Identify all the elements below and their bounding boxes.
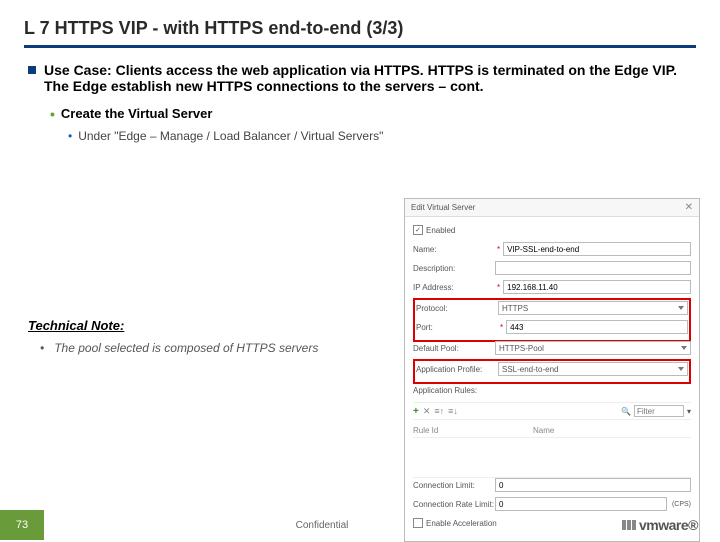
connrate-input[interactable] xyxy=(495,497,667,511)
vmware-logo: vmware® xyxy=(600,517,720,533)
moveup-icon[interactable]: ≡↑ xyxy=(434,406,444,416)
description-label: Description: xyxy=(413,264,495,273)
connlimit-input[interactable] xyxy=(495,478,691,492)
ip-input[interactable] xyxy=(503,280,691,294)
enabled-label: Enabled xyxy=(426,226,455,235)
bullet-sub1: • Create the Virtual Server xyxy=(50,106,696,121)
required-icon: * xyxy=(497,245,500,254)
remove-icon[interactable]: ✕ xyxy=(423,406,431,417)
connrate-label: Connection Rate Limit: xyxy=(413,500,495,509)
port-input[interactable] xyxy=(506,320,688,334)
bullet-main: Use Case: Clients access the web applica… xyxy=(28,62,696,94)
dot-icon: • xyxy=(50,107,55,121)
slide-title: L 7 HTTPS VIP - with HTTPS end-to-end (3… xyxy=(24,18,696,48)
connlimit-label: Connection Limit: xyxy=(413,481,495,490)
required-icon: * xyxy=(500,323,503,332)
movedown-icon[interactable]: ≡↓ xyxy=(448,406,458,416)
technote-heading: Technical Note: xyxy=(28,318,384,333)
rules-toolbar: + ✕ ≡↑ ≡↓ 🔍 ▾ xyxy=(413,402,691,420)
protocol-label: Protocol: xyxy=(416,304,498,313)
technote-body: The pool selected is composed of HTTPS s… xyxy=(54,341,318,355)
name-input[interactable] xyxy=(503,242,691,256)
square-bullet-icon xyxy=(28,66,36,74)
highlight-box-protocol-port: Protocol: HTTPS Port: * xyxy=(413,298,691,342)
rules-table-header: Rule Id Name xyxy=(413,424,691,438)
add-icon[interactable]: + xyxy=(413,406,419,417)
bullet-main-text: Use Case: Clients access the web applica… xyxy=(44,62,696,94)
appprofile-select[interactable]: SSL-end-to-end xyxy=(498,362,688,376)
filter-input[interactable] xyxy=(634,405,684,417)
name-label: Name: xyxy=(413,245,495,254)
appprofile-label: Application Profile: xyxy=(416,365,498,374)
technical-note: Technical Note: • The pool selected is c… xyxy=(28,318,384,355)
confidential-label: Confidential xyxy=(44,520,600,531)
chevron-down-icon xyxy=(678,367,684,371)
chevron-down-icon xyxy=(681,346,687,350)
virtual-server-dialog: Edit Virtual Server ✕ ✓ Enabled Name: * … xyxy=(404,198,700,542)
dot-icon: • xyxy=(68,129,72,143)
rules-table-body xyxy=(413,438,691,478)
dot-icon: • xyxy=(40,341,44,355)
search-icon: 🔍 xyxy=(621,407,631,416)
bullet-sub1-text: Create the Virtual Server xyxy=(61,106,213,121)
col-ruleid: Rule Id xyxy=(413,426,533,435)
bullet-sub2-text: Under "Edge – Manage / Load Balancer / V… xyxy=(78,129,383,143)
required-icon: * xyxy=(497,283,500,292)
dialog-header: Edit Virtual Server ✕ xyxy=(405,199,699,217)
apprules-label: Application Rules: xyxy=(413,386,495,395)
dialog-title: Edit Virtual Server xyxy=(411,203,475,212)
clear-filter-icon[interactable]: ▾ xyxy=(687,407,691,416)
protocol-select[interactable]: HTTPS xyxy=(498,301,688,315)
defaultpool-select[interactable]: HTTPS-Pool xyxy=(495,341,691,355)
slide-footer: 73 Confidential vmware® xyxy=(0,510,720,540)
port-label: Port: xyxy=(416,323,498,332)
defaultpool-label: Default Pool: xyxy=(413,344,495,353)
connrate-suffix: (CPS) xyxy=(672,501,691,508)
bullet-sub2: • Under "Edge – Manage / Load Balancer /… xyxy=(68,129,696,143)
description-input[interactable] xyxy=(495,261,691,275)
chevron-down-icon xyxy=(678,306,684,310)
col-name: Name xyxy=(533,426,554,435)
highlight-box-appprofile: Application Profile: SSL-end-to-end xyxy=(413,359,691,384)
enabled-checkbox[interactable]: ✓ xyxy=(413,225,423,235)
ip-label: IP Address: xyxy=(413,283,495,292)
page-number: 73 xyxy=(0,510,44,540)
close-icon[interactable]: ✕ xyxy=(685,202,693,213)
